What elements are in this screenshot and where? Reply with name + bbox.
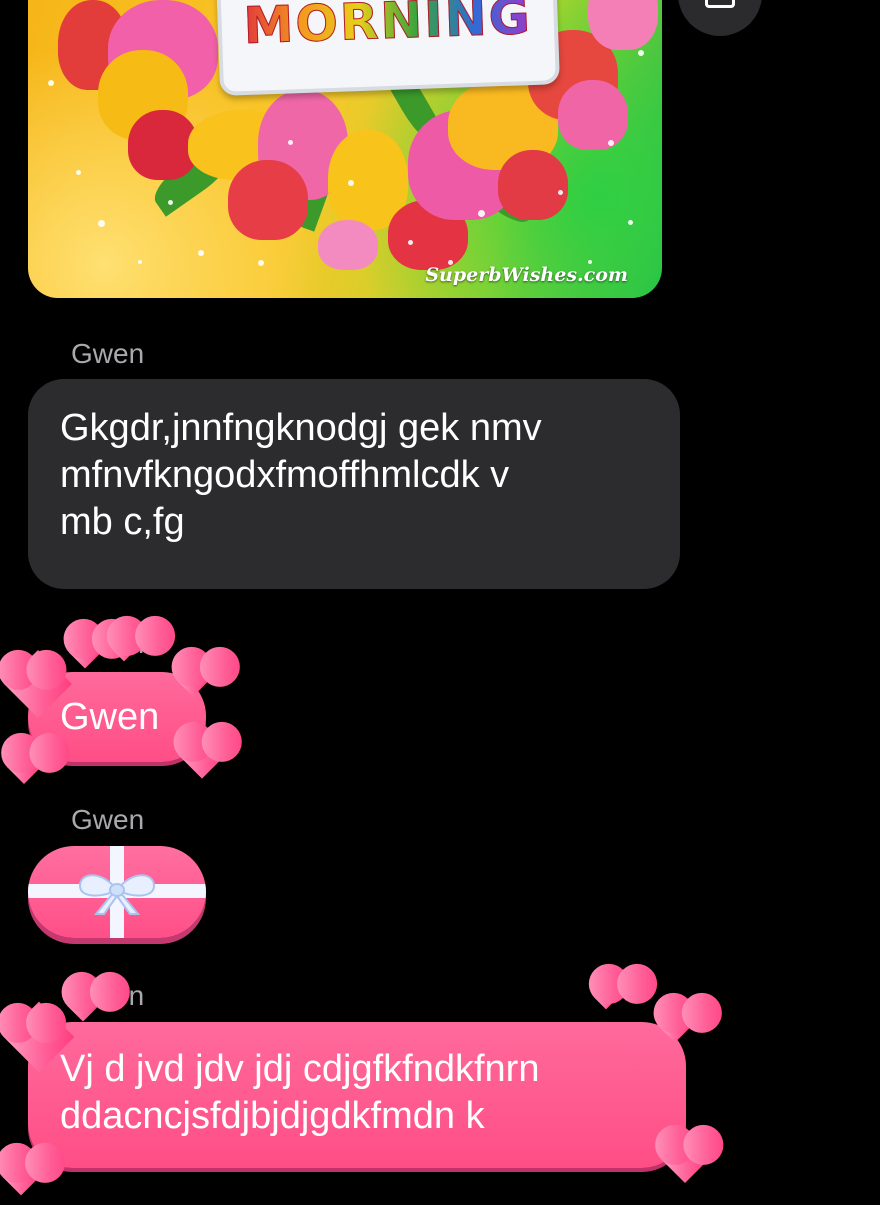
sparkle — [408, 240, 413, 245]
message-bubble[interactable]: Vj d jvd jdv jdj cdjgfkfndkfnrn ddacncjs… — [28, 1022, 686, 1168]
greeting-sign-text: MORNING — [242, 0, 533, 56]
sparkle — [608, 140, 614, 146]
sparkle — [348, 180, 354, 186]
sparkle — [168, 200, 173, 205]
sender-name: Gwen — [71, 804, 145, 835]
sender-name: Gwen — [71, 628, 145, 659]
sender-name: Gwen — [71, 980, 145, 1011]
sparkle — [638, 50, 644, 56]
message-bubble[interactable]: Gwen — [28, 672, 206, 762]
sender-name: Gwen — [71, 338, 145, 369]
gift-bow-icon — [78, 874, 156, 915]
tulip-red — [228, 160, 308, 240]
heart-icon — [594, 986, 618, 1010]
tulip-pink — [318, 220, 378, 270]
tulip-pink — [558, 80, 628, 150]
gift-message[interactable] — [28, 846, 206, 938]
sparkle — [198, 250, 204, 256]
sparkle — [258, 260, 264, 266]
sparkle — [558, 190, 563, 195]
tulip-pink — [588, 0, 658, 50]
share-button[interactable] — [678, 0, 762, 36]
image-watermark: SuperbWishes.com — [425, 264, 628, 286]
message-bubble[interactable]: Gkgdr,jnnfngknodgj gek nmv mfnvfkngodxfm… — [28, 379, 680, 589]
sparkle — [76, 170, 81, 175]
sparkle — [288, 140, 293, 145]
greeting-sign: MORNING — [216, 0, 560, 96]
message-text: Gkgdr,jnnfngknodgj gek nmv mfnvfkngodxfm… — [60, 407, 542, 544]
sparkle — [478, 210, 485, 217]
sparkle — [138, 260, 142, 264]
image-attachment[interactable]: MORNING SuperbWishes.com — [28, 0, 662, 298]
heart-icon — [2, 1158, 40, 1196]
tulip-red — [498, 150, 568, 220]
sparkle — [98, 220, 105, 227]
sparkle — [628, 220, 633, 225]
message-text: Gwen — [60, 696, 160, 738]
sparkle — [48, 80, 54, 86]
heart-icon — [7, 750, 41, 784]
share-icon — [705, 0, 735, 8]
message-text: Vj d jvd jdv jdj cdjgfkfndkfnrn ddacncjs… — [60, 1048, 540, 1138]
